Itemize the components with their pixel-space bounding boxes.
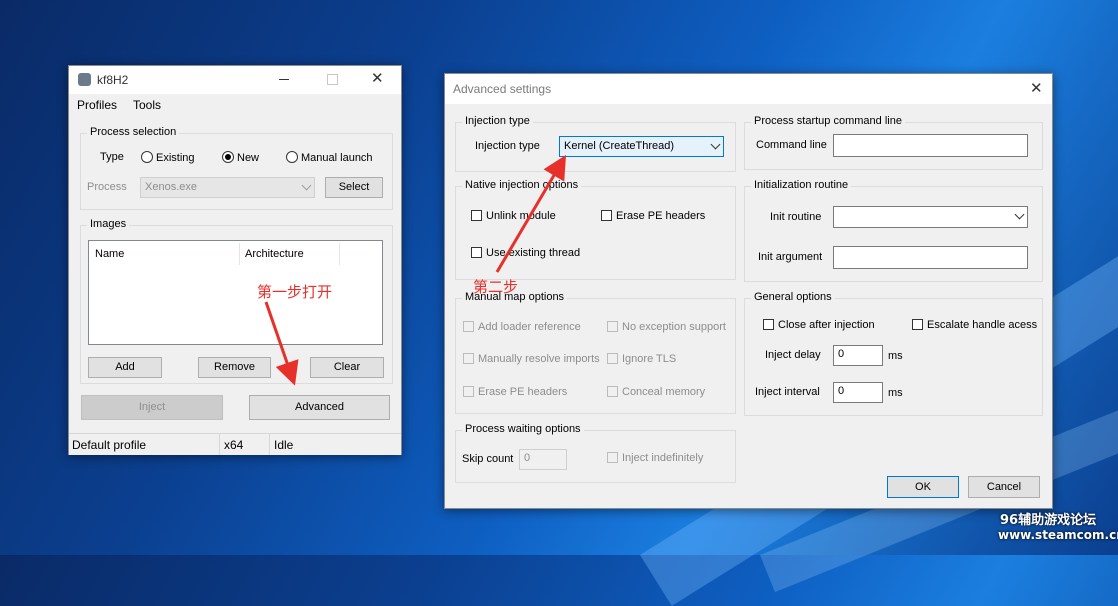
watermark-line1: 96辅助游戏论坛: [1000, 513, 1097, 528]
arrow-step2: [495, 154, 567, 273]
watermark-line2: www.steamcom.cn: [998, 528, 1118, 542]
arrow-step1: [264, 301, 299, 386]
annotation-arrows: [264, 154, 567, 386]
